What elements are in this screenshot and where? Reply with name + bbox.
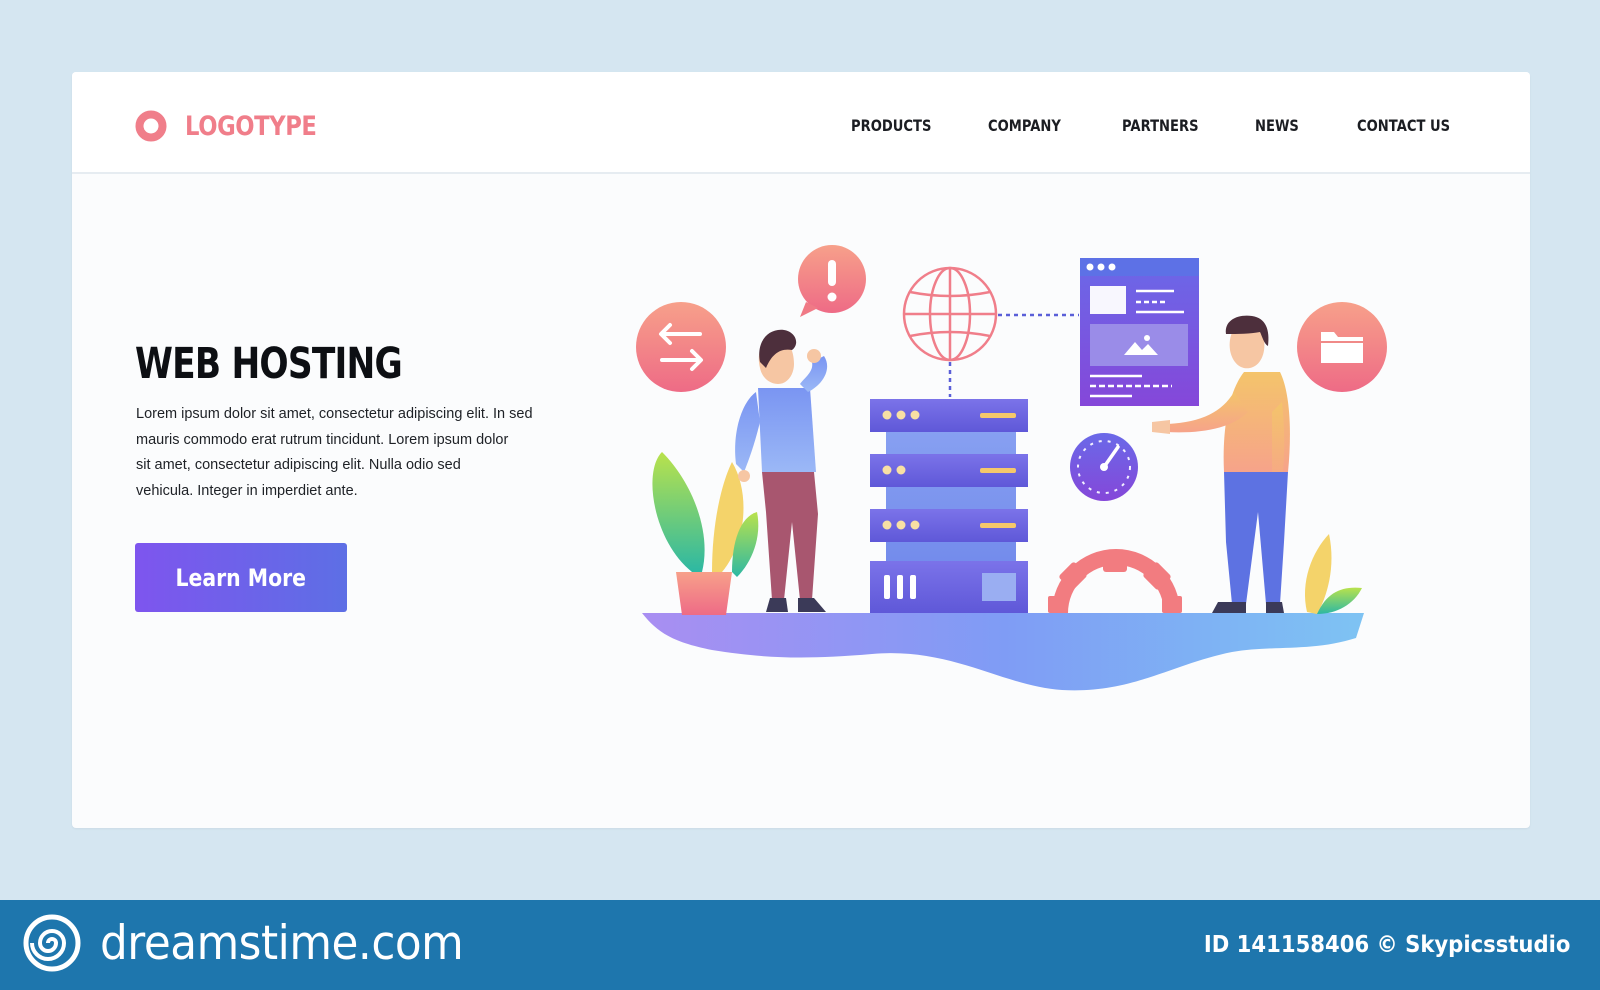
watermark-footer: dreamstime.com ID 141158406 © Skypicsstu… — [0, 900, 1600, 990]
exchange-arrows-icon — [636, 302, 726, 392]
landing-page-card: LOGOTYPE PRODUCTS COMPANY PARTNERS NEWS … — [72, 72, 1530, 828]
browser-window-icon — [1080, 258, 1199, 406]
alert-bubble-icon — [798, 245, 866, 317]
dreamstime-brand: dreamstime.com — [22, 913, 491, 973]
web-hosting-illustration — [636, 245, 1387, 691]
dreamstime-wordmark: dreamstime.com — [100, 915, 464, 971]
spiral-logo-icon — [23, 914, 81, 972]
floor-platform — [642, 613, 1364, 691]
globe-icon — [902, 266, 998, 362]
plant-icon — [1304, 534, 1362, 614]
gear-icon — [1048, 549, 1182, 613]
image-credit: ID 141158406 © Skypicsstudio — [1203, 932, 1570, 958]
person-thinking — [735, 329, 828, 612]
folder-icon — [1297, 302, 1387, 392]
server-rack-icon — [870, 399, 1028, 613]
speedometer-icon — [1070, 433, 1138, 501]
